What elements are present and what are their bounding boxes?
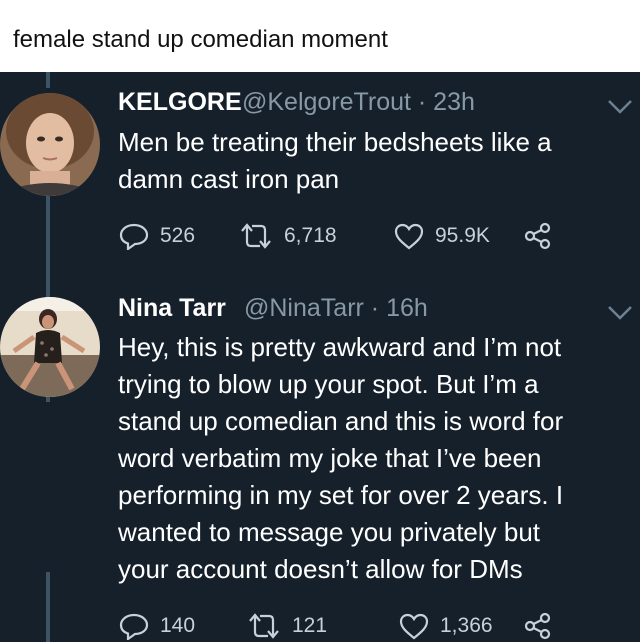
retweet-icon	[249, 613, 279, 639]
tweet-actions: 140 121 1,366	[118, 612, 588, 642]
tweet-handle-time[interactable]: @NinaTarr · 16h	[244, 294, 428, 323]
reply-icon	[119, 613, 149, 640]
chevron-down-icon[interactable]	[606, 98, 634, 116]
avatar[interactable]	[0, 93, 100, 196]
like-count: 1,366	[440, 614, 493, 637]
tweet-actions: 526 6,718 95.9K	[118, 222, 588, 252]
retweet-button[interactable]: 121	[246, 612, 327, 640]
tweet-author-name[interactable]: Nina Tarr	[118, 294, 226, 323]
like-icon	[399, 613, 429, 640]
tweet-text-line: stand up comedian and this is word for	[118, 406, 564, 436]
tweet-text-line: Hey, this is pretty awkward and I’m not	[118, 332, 562, 362]
reply-count: 526	[160, 224, 196, 247]
avatar[interactable]	[0, 297, 100, 397]
like-button[interactable]: 95.9K	[393, 222, 490, 250]
like-icon	[394, 223, 424, 250]
chevron-down-icon[interactable]	[606, 304, 634, 322]
thread-line	[46, 72, 50, 88]
tweet-text: Hey, this is pretty awkward and I’m not …	[118, 329, 628, 588]
like-count: 95.9K	[435, 224, 490, 247]
tweet-text-line: damn cast iron pan	[118, 164, 340, 194]
share-button[interactable]	[523, 222, 553, 250]
share-icon	[524, 222, 551, 250]
like-button[interactable]: 1,366	[398, 612, 493, 640]
retweet-button[interactable]: 6,718	[238, 222, 337, 250]
retweet-icon	[241, 223, 271, 249]
tweet-thread: KELGORE @KelgoreTrout · 23h Men be treat…	[0, 72, 640, 642]
tweet-text-line: your account doesn’t allow for DMs	[118, 554, 523, 584]
share-button[interactable]	[523, 612, 553, 640]
tweet-text-line: Men be treating their bedsheets like a	[118, 127, 552, 157]
tweet-text: Men be treating their bedsheets like a d…	[118, 124, 628, 198]
reply-icon	[119, 223, 149, 250]
thread-line	[46, 572, 50, 642]
reply-button[interactable]: 526	[118, 222, 195, 250]
tweet-text-line: word verbatim my joke that I’ve been	[118, 443, 542, 473]
retweet-count: 121	[292, 614, 328, 637]
tweet-author-name[interactable]: KELGORE	[118, 88, 242, 117]
share-icon	[524, 612, 551, 640]
tweet-text-line: wanted to message you privately but	[118, 517, 541, 547]
retweet-count: 6,718	[284, 224, 337, 247]
tweet-handle-time[interactable]: @KelgoreTrout · 23h	[242, 88, 475, 117]
tweet-text-line: performing in my set for over 2 years. I	[118, 480, 564, 510]
reply-count: 140	[160, 614, 196, 637]
tweet-text-line: trying to blow up your spot. But I’m a	[118, 369, 539, 399]
reply-button[interactable]: 140	[118, 612, 195, 640]
post-caption: female stand up comedian moment	[13, 26, 388, 53]
